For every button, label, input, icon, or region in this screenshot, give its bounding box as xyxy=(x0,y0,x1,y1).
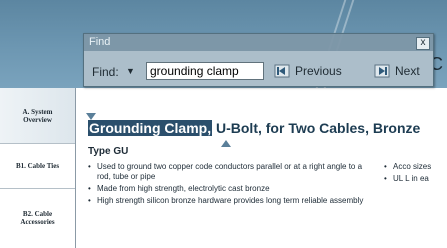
list-item: UL L in ea xyxy=(384,174,447,184)
sidebar-tab-label: A. System xyxy=(22,107,53,116)
find-titlebar[interactable]: Find x xyxy=(84,34,433,51)
feature-list: Used to ground two copper code conductor… xyxy=(88,162,378,208)
document-content: Grounding Clamp, U-Bolt, for Two Cables,… xyxy=(76,88,447,248)
next-button[interactable]: Next xyxy=(374,62,420,80)
list-item: Acco sizes xyxy=(384,162,447,172)
chevron-down-icon[interactable]: ▼ xyxy=(126,66,135,76)
selection-start-marker xyxy=(86,113,96,120)
find-next-icon xyxy=(374,64,390,78)
previous-button[interactable]: Previous xyxy=(274,62,342,80)
sidebar-tab-label: B1. Cable Ties xyxy=(15,161,60,170)
next-label: Next xyxy=(395,64,420,78)
sidebar-tab-label: Accessories xyxy=(20,218,55,226)
product-title-rest: U-Bolt, for Two Cables, Bronze xyxy=(212,120,421,136)
sidebar-tab-label: Overview xyxy=(23,115,52,124)
find-toolbar: Find x Find: ▼ Previous Next xyxy=(83,33,434,87)
search-match-highlight: Grounding Clamp, xyxy=(88,120,213,136)
list-item: Made from high strength, electrolytic ca… xyxy=(88,184,378,194)
product-title: Grounding Clamp, U-Bolt, for Two Cables,… xyxy=(88,120,420,136)
product-type: Type GU xyxy=(88,146,129,157)
selection-end-marker xyxy=(221,140,231,147)
sidebar-tab-cable-accessories[interactable]: B2. Cable Accessories xyxy=(0,188,75,248)
sidebar-tab-label: B2. Cable xyxy=(22,210,53,218)
find-previous-icon xyxy=(274,64,290,78)
search-input[interactable] xyxy=(146,62,264,80)
find-options-menu[interactable]: Find: xyxy=(92,65,119,79)
find-title: Find xyxy=(89,36,111,48)
find-body: Find: ▼ Previous Next xyxy=(84,51,433,86)
feature-list-right: Acco sizes UL L in ea xyxy=(384,162,447,186)
list-item: High strength silicon bronze hardware pr… xyxy=(88,196,378,206)
previous-label: Previous xyxy=(295,64,342,78)
sidebar-tab-system-overview[interactable]: A. System Overview xyxy=(0,88,75,144)
section-sidebar: A. System Overview B1. Cable Ties B2. Ca… xyxy=(0,88,76,248)
close-icon[interactable]: x xyxy=(416,37,430,50)
sidebar-tab-cable-ties[interactable]: B1. Cable Ties xyxy=(0,143,75,189)
list-item: Used to ground two copper code conductor… xyxy=(88,162,378,182)
